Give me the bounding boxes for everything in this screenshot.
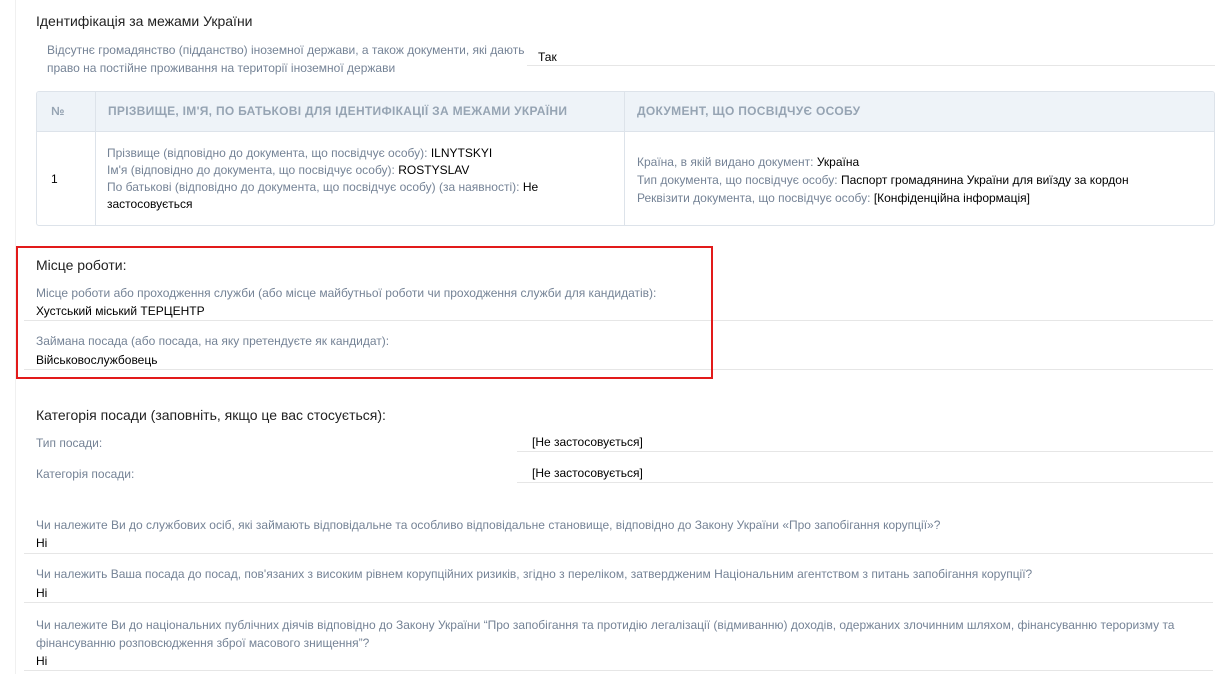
header-full-name: ПРІЗВИЩЕ, ІМ'Я, ПО БАТЬКОВІ ДЛЯ ІДЕНТИФІ… (108, 104, 568, 118)
position-category-value: [Не застосовується] (532, 466, 643, 480)
position-type-value: [Не застосовується] (532, 435, 643, 449)
answer-3: Ні (36, 654, 48, 668)
absence-label-line2: право на постійне проживання на територі… (47, 61, 396, 75)
column-divider (95, 92, 96, 225)
surname-label: Прізвище (відповідно до документа, що по… (107, 146, 428, 160)
name-value: ROSTYSLAV (398, 163, 470, 177)
patronymic-value: Не (522, 180, 539, 194)
table-header: № ПРІЗВИЩЕ, ІМ'Я, ПО БАТЬКОВІ ДЛЯ ІДЕНТИ… (37, 92, 1214, 132)
divider (24, 553, 1213, 554)
question-3: Чи належите Ви до національних публічних… (36, 616, 1206, 652)
absence-value: Так (538, 50, 557, 64)
divider (24, 670, 1213, 671)
patronymic-value-cont: застосовується (107, 197, 193, 211)
header-number: № (51, 104, 65, 118)
divider (24, 602, 1213, 603)
category-heading: Категорія посади (заповніть, якщо це вас… (36, 407, 386, 423)
question-3-line2: фінансуванню розповсюдження зброї масово… (36, 636, 370, 650)
question-3-line1: Чи належите Ви до національних публічних… (36, 618, 1175, 632)
surname-value: ILNYTSKYI (430, 146, 493, 160)
header-document: ДОКУМЕНТ, ЩО ПОСВІДЧУЄ ОСОБУ (637, 104, 861, 118)
answer-2: Ні (36, 586, 48, 600)
name-label: Ім'я (відповідно до документа, що посвід… (107, 163, 395, 177)
absence-underline (527, 65, 1215, 66)
answer-1: Ні (36, 536, 48, 550)
patronymic-label: По батькові (відповідно до документа, що… (107, 180, 520, 194)
position-category-label: Категорія посади: (36, 467, 135, 481)
position-type-label: Тип посади: (36, 436, 103, 450)
doctype-value: Паспорт громадянина України для виїзду з… (840, 173, 1129, 187)
table-row-document: Країна, в якій видано документ: Україна … (637, 153, 1207, 207)
highlight-box (16, 246, 713, 379)
docreq-label: Реквізити документа, що посвідчує особу: (637, 191, 871, 205)
divider (517, 482, 1213, 483)
table-row-names: Прізвище (відповідно до документа, що по… (107, 145, 547, 213)
divider (517, 451, 1213, 452)
absence-label: Відсутнє громадянство (підданство) інозе… (47, 41, 524, 77)
column-divider (624, 92, 625, 225)
question-2: Чи належить Ваша посада до посад, пов'яз… (36, 567, 1033, 581)
identification-heading: Ідентифікація за межами України (36, 13, 253, 29)
doctype-label: Тип документа, що посвідчує особу: (637, 173, 838, 187)
country-label: Країна, в якій видано документ: (637, 155, 814, 169)
docreq-value: [Конфіденційна інформація] (873, 191, 1030, 205)
absence-label-line1: Відсутнє громадянство (підданство) інозе… (47, 43, 525, 57)
question-1: Чи належите Ви до службових осіб, які за… (36, 518, 941, 532)
country-value: Україна (816, 155, 860, 169)
identification-table: № ПРІЗВИЩЕ, ІМ'Я, ПО БАТЬКОВІ ДЛЯ ІДЕНТИ… (36, 91, 1215, 226)
row-number: 1 (51, 172, 58, 186)
